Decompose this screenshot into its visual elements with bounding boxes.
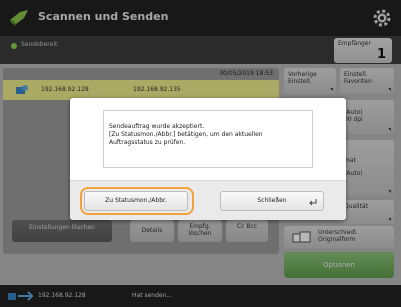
dialog-message-line: Auftragsstatus zu prüfen. xyxy=(109,139,186,146)
close-button[interactable]: Schließen xyxy=(220,191,324,211)
close-label: Schließen xyxy=(257,197,287,204)
focus-highlight xyxy=(80,187,194,215)
scan-send-screen: Scannen und Senden Sendebereit. Empfänge… xyxy=(0,0,401,307)
enter-icon xyxy=(309,199,317,206)
dialog-message-line: [Zu Statusmon./Abbr.] betätigen, um den … xyxy=(109,131,263,138)
dialog-message-box: Sendeauftrag wurde akzeptiert. [Zu Statu… xyxy=(103,110,313,168)
dialog-message-line: Sendeauftrag wurde akzeptiert. xyxy=(109,123,205,130)
